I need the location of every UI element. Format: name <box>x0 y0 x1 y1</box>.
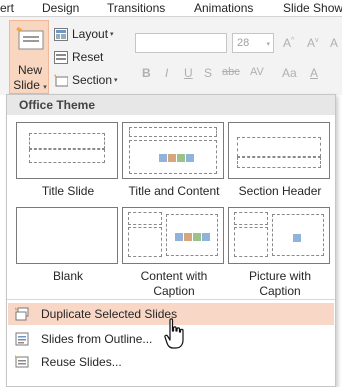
reset-icon <box>54 50 68 64</box>
chevron-down-icon: ▾ <box>112 77 118 84</box>
slides-from-outline-label: Slides from Outline... <box>41 332 153 346</box>
placeholder-title <box>129 127 217 137</box>
layout-picture-with-caption-thumb <box>228 207 330 264</box>
outline-icon <box>15 332 29 346</box>
tab-design[interactable]: Design <box>42 1 79 15</box>
shrink-font-icon[interactable]: Av <box>307 36 319 50</box>
shadow-button[interactable]: S <box>204 66 212 80</box>
chevron-down-icon: ▾ <box>266 41 270 48</box>
section-button[interactable]: Section ▾ <box>54 71 118 89</box>
layout-content-with-caption-thumb <box>122 207 224 264</box>
layout-title-slide-thumb <box>16 122 118 179</box>
new-slide-icon <box>16 27 44 50</box>
tab-transitions[interactable]: Transitions <box>107 1 165 15</box>
placeholder-title <box>234 212 268 225</box>
duplicate-slide-icon <box>15 307 29 321</box>
grow-font-icon[interactable]: A^ <box>283 36 294 50</box>
office-theme-header: Office Theme <box>7 95 335 115</box>
layout-blank-thumb <box>16 207 118 264</box>
bold-button[interactable]: B <box>142 66 151 80</box>
layout-title-and-content[interactable]: Title and Content <box>122 122 226 199</box>
new-slide-button[interactable]: New Slide ▾ <box>9 20 49 94</box>
ribbon-panel: New Slide ▾ Layout ▾ Reset Section ▾ 28 ▾… <box>0 17 342 95</box>
placeholder-text <box>237 157 321 168</box>
new-slide-label: New <box>17 63 42 77</box>
reuse-slides-label: Reuse Slides... <box>41 355 122 369</box>
placeholder-subtitle <box>29 149 105 163</box>
layout-blank[interactable]: Blank <box>16 207 120 284</box>
change-case-button[interactable]: Aa <box>282 66 297 80</box>
placeholder-title <box>29 133 105 149</box>
layout-content-with-caption-label: Content with Caption <box>140 269 208 298</box>
layout-label: Layout <box>72 27 109 41</box>
section-label: Section <box>72 73 113 87</box>
layout-title-and-content-label: Title and Content <box>128 184 220 198</box>
tab-slide-show[interactable]: Slide Show <box>283 1 342 15</box>
content-icons <box>175 230 211 241</box>
section-icon <box>54 73 68 86</box>
clear-format-icon[interactable]: A <box>330 36 338 50</box>
font-size-value: 28 <box>237 37 250 49</box>
character-spacing-button[interactable]: AV <box>250 66 264 78</box>
new-slide-label-2: Slide ▾ <box>10 78 50 92</box>
layout-section-header[interactable]: Section Header <box>228 122 332 199</box>
duplicate-selected-slides-label: Duplicate Selected Slides <box>41 307 178 321</box>
layout-picture-with-caption-label: Picture with Caption <box>248 269 312 298</box>
placeholder-text <box>234 227 268 257</box>
hand-pointer-cursor-icon <box>164 318 184 349</box>
font-color-icon[interactable]: A <box>310 66 318 80</box>
layout-title-slide-label: Title Slide <box>41 184 95 198</box>
reset-button[interactable]: Reset <box>54 48 103 66</box>
reset-label: Reset <box>72 50 104 64</box>
content-icons <box>159 151 195 162</box>
strikethrough-button[interactable]: abc <box>222 66 240 78</box>
layout-title-and-content-thumb <box>122 122 224 179</box>
chevron-down-icon: ▾ <box>43 84 47 91</box>
ribbon-tab-bar: ert Design Transitions Animations Slide … <box>0 0 342 17</box>
new-slide-label-slide: Slide <box>13 78 40 92</box>
chevron-down-icon: ▾ <box>108 31 114 38</box>
picture-icon <box>293 231 302 242</box>
layout-title-slide[interactable]: Title Slide <box>16 122 120 199</box>
layout-blank-label: Blank <box>52 269 84 283</box>
layout-content-with-caption[interactable]: Content with Caption <box>122 207 226 299</box>
layout-picture-with-caption[interactable]: Picture with Caption <box>228 207 332 299</box>
tab-insert[interactable]: ert <box>0 1 14 15</box>
placeholder-title <box>237 137 321 157</box>
layout-button[interactable]: Layout ▾ <box>54 25 114 43</box>
placeholder-text <box>128 227 162 257</box>
underline-button[interactable]: U <box>184 66 193 80</box>
placeholder-title <box>128 212 162 225</box>
font-size-field[interactable]: 28 ▾ <box>232 33 274 53</box>
layout-section-header-label: Section Header <box>238 184 322 198</box>
italic-button[interactable]: I <box>165 66 168 80</box>
reuse-slides-icon <box>15 355 29 368</box>
tab-animations[interactable]: Animations <box>194 1 253 15</box>
menu-separator <box>7 299 335 300</box>
layout-icon <box>54 27 68 41</box>
layout-section-header-thumb <box>228 122 330 179</box>
reuse-slides-item[interactable]: Reuse Slides... <box>8 351 334 373</box>
font-name-field[interactable] <box>135 33 227 53</box>
